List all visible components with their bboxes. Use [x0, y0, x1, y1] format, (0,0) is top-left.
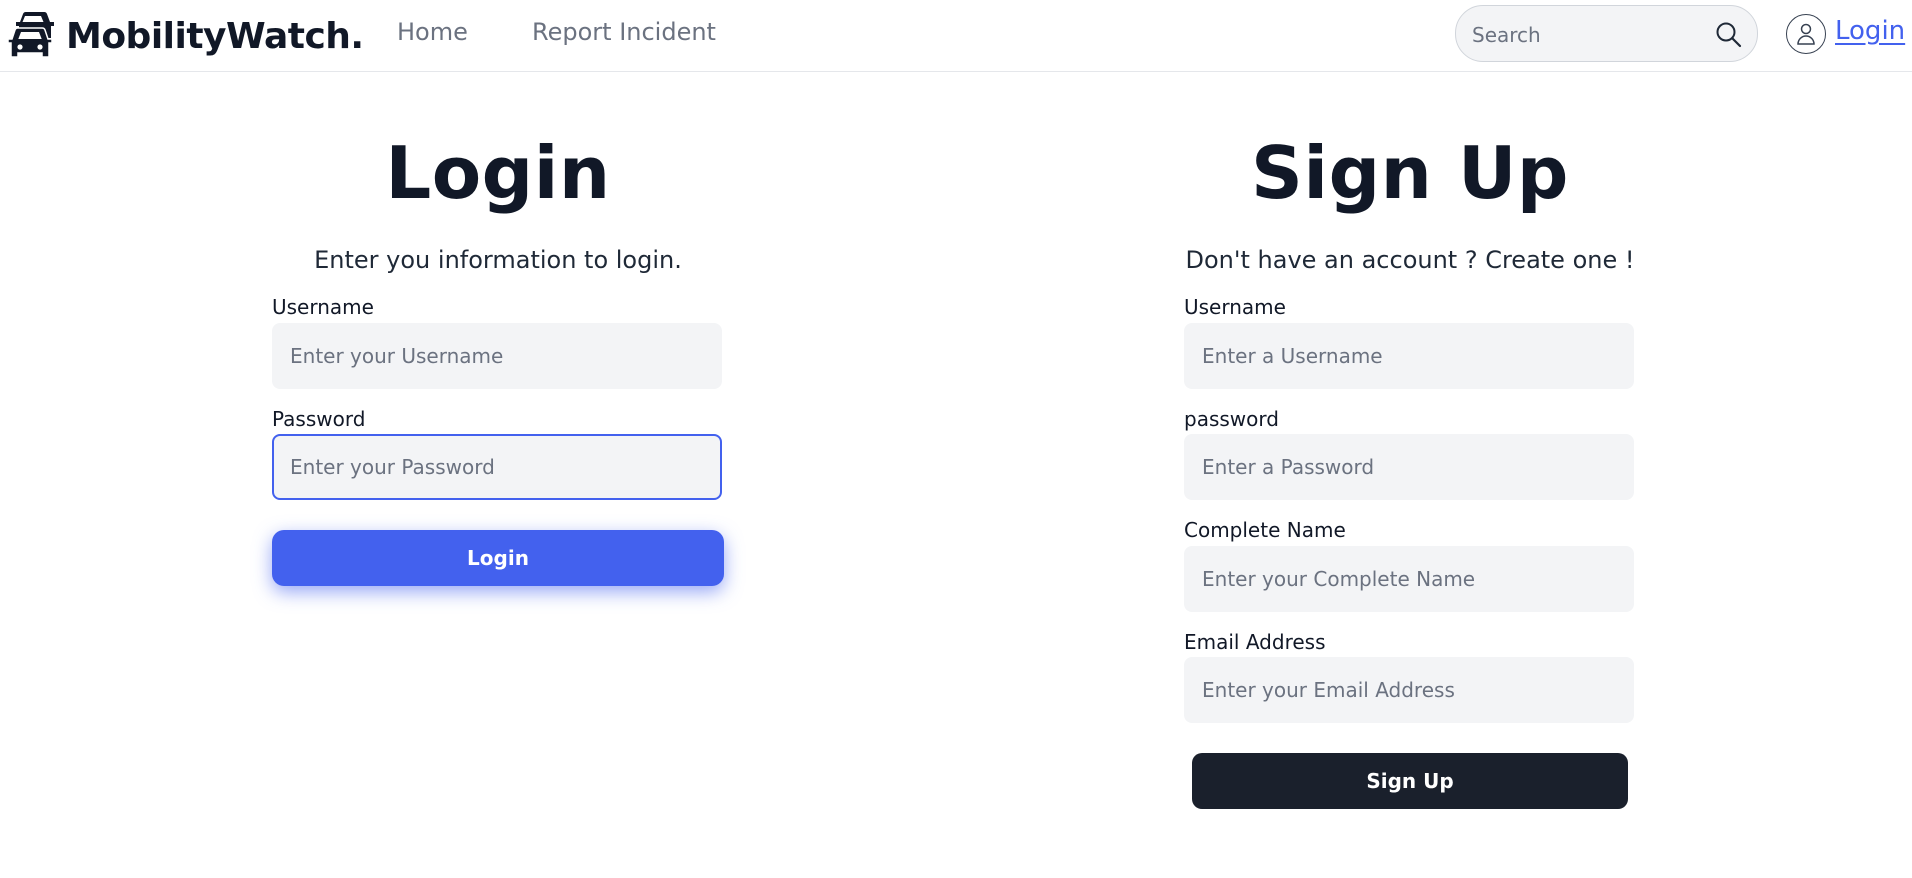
brand-logo[interactable]: MobilityWatch.: [7, 8, 364, 64]
signup-password-input[interactable]: [1184, 434, 1634, 500]
search-icon[interactable]: [1714, 20, 1744, 50]
signup-username-input[interactable]: [1184, 323, 1634, 389]
signup-email-label: Email Address: [1184, 630, 1326, 654]
brand-name: MobilityWatch.: [66, 15, 364, 57]
nav-login-link[interactable]: Login: [1835, 16, 1905, 46]
signup-password-label: password: [1184, 407, 1279, 431]
login-password-input[interactable]: [272, 434, 722, 500]
signup-username-label: Username: [1184, 295, 1286, 319]
signup-form: Sign Up Don't have an account ? Create o…: [1184, 130, 1636, 809]
cars-traffic-icon: [7, 8, 58, 64]
signup-email-input[interactable]: [1184, 657, 1634, 723]
user-avatar-icon[interactable]: [1786, 14, 1826, 54]
login-submit-button[interactable]: Login: [272, 530, 724, 586]
nav-link-home[interactable]: Home: [397, 18, 468, 46]
signup-title: Sign Up: [1251, 131, 1569, 215]
signup-submit-button[interactable]: Sign Up: [1192, 753, 1628, 809]
search-input[interactable]: [1472, 20, 1712, 50]
nav-link-report-incident[interactable]: Report Incident: [532, 18, 716, 46]
login-subtitle: Enter you information to login.: [314, 246, 682, 274]
signup-complete-name-label: Complete Name: [1184, 518, 1346, 542]
navbar: MobilityWatch. Home Report Incident Logi…: [0, 0, 1912, 72]
login-form: Login Enter you information to login. Us…: [272, 130, 724, 586]
login-username-label: Username: [272, 295, 374, 319]
login-password-label: Password: [272, 407, 366, 431]
login-username-input[interactable]: [272, 323, 722, 389]
signup-complete-name-input[interactable]: [1184, 546, 1634, 612]
search-bar: [1455, 5, 1758, 62]
signup-subtitle: Don't have an account ? Create one !: [1185, 246, 1635, 274]
login-title: Login: [385, 131, 611, 215]
